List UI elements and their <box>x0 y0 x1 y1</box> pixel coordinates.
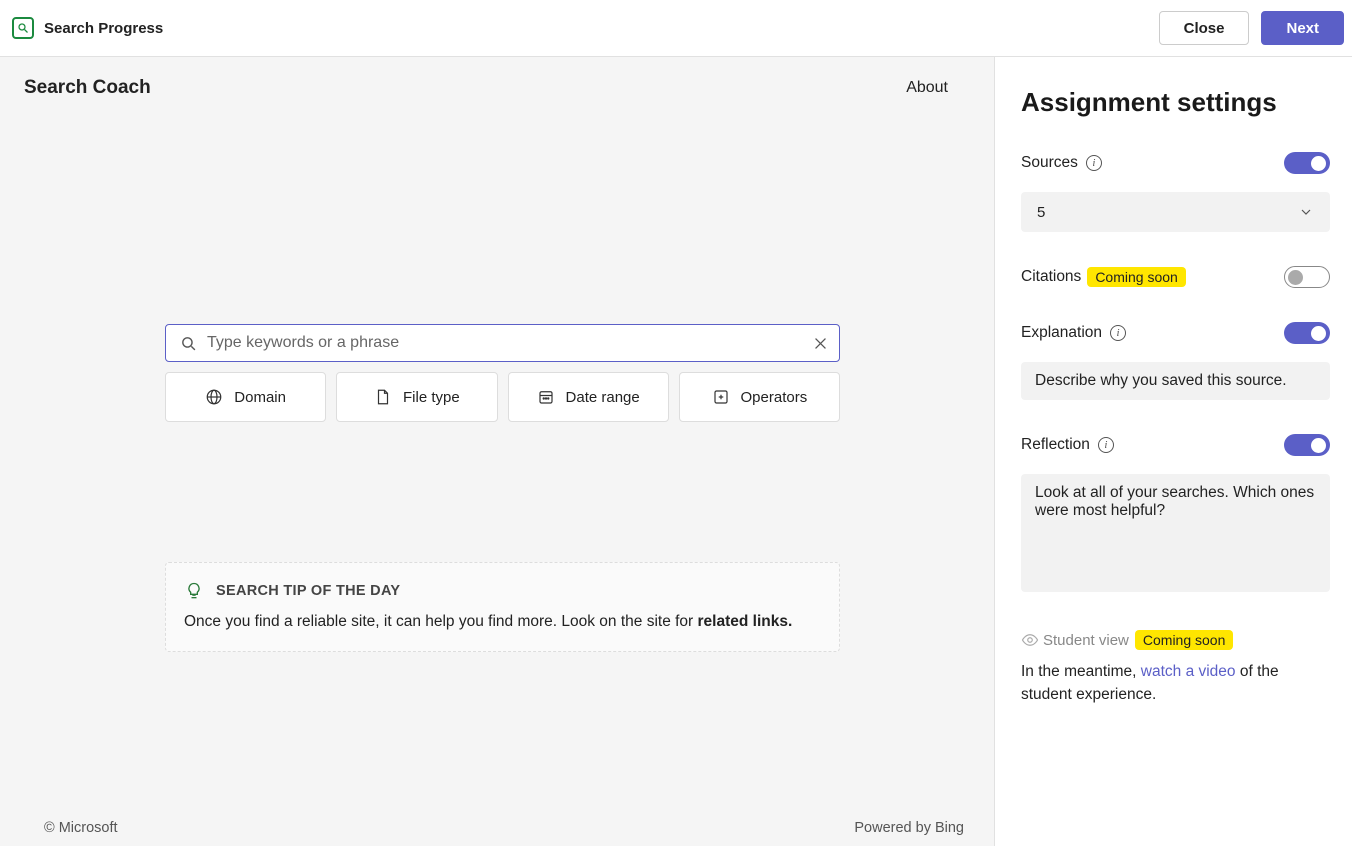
app-icon <box>12 17 34 39</box>
watch-video-link[interactable]: watch a video <box>1141 663 1236 680</box>
reflection-textarea[interactable]: Look at all of your searches. Which ones… <box>1021 474 1330 592</box>
sources-value: 5 <box>1037 204 1045 221</box>
filter-file-type[interactable]: File type <box>336 372 497 422</box>
tip-title: SEARCH TIP OF THE DAY <box>216 583 400 599</box>
info-icon[interactable]: i <box>1110 325 1126 341</box>
close-button[interactable]: Close <box>1159 11 1250 45</box>
about-link[interactable]: About <box>906 79 948 97</box>
search-icon <box>180 335 197 352</box>
filter-operators-label: Operators <box>741 389 808 406</box>
footer: © Microsoft Powered by Bing <box>0 820 994 836</box>
powered-by: Powered by Bing <box>854 820 964 836</box>
file-icon <box>374 388 392 406</box>
chevron-down-icon <box>1298 204 1314 220</box>
sources-select[interactable]: 5 <box>1021 192 1330 232</box>
filter-domain[interactable]: Domain <box>165 372 326 422</box>
plus-box-icon <box>712 388 730 406</box>
lightbulb-icon <box>184 581 204 601</box>
filter-operators[interactable]: Operators <box>679 372 840 422</box>
explanation-toggle[interactable] <box>1284 322 1330 344</box>
top-bar: Search Progress Close Next <box>0 0 1352 57</box>
explanation-input[interactable]: Describe why you saved this source. <box>1021 362 1330 400</box>
search-box[interactable] <box>165 324 840 362</box>
citations-label: Citations <box>1021 268 1081 286</box>
calendar-icon <box>537 388 555 406</box>
search-tip-box: SEARCH TIP OF THE DAY Once you find a re… <box>165 562 840 652</box>
main-panel: Search Coach About Domain File type <box>0 57 994 846</box>
filter-date-range[interactable]: Date range <box>508 372 669 422</box>
copyright: © Microsoft <box>44 820 118 836</box>
eye-icon <box>1021 631 1039 649</box>
info-icon[interactable]: i <box>1098 437 1114 453</box>
filter-domain-label: Domain <box>234 389 286 406</box>
reflection-label: Reflection <box>1021 436 1090 454</box>
next-button[interactable]: Next <box>1261 11 1344 45</box>
meantime-text: In the meantime, watch a video of the st… <box>1021 660 1330 707</box>
filter-file-type-label: File type <box>403 389 460 406</box>
citations-toggle <box>1284 266 1330 288</box>
coming-soon-badge: Coming soon <box>1087 267 1186 287</box>
clear-icon[interactable] <box>812 335 829 352</box>
settings-title: Assignment settings <box>1021 87 1330 118</box>
page-title: Search Coach <box>24 77 151 99</box>
coming-soon-badge: Coming soon <box>1135 630 1234 650</box>
student-view-label: Student view <box>1043 632 1129 649</box>
filter-date-range-label: Date range <box>566 389 640 406</box>
reflection-toggle[interactable] <box>1284 434 1330 456</box>
explanation-label: Explanation <box>1021 324 1102 342</box>
tip-body: Once you find a reliable site, it can he… <box>184 613 821 631</box>
info-icon[interactable]: i <box>1086 155 1102 171</box>
app-title: Search Progress <box>44 20 163 37</box>
globe-icon <box>205 388 223 406</box>
sources-toggle[interactable] <box>1284 152 1330 174</box>
search-input[interactable] <box>207 334 812 352</box>
settings-sidebar: Assignment settings Sources i 5 Citation… <box>994 57 1352 846</box>
sources-label: Sources <box>1021 154 1078 172</box>
